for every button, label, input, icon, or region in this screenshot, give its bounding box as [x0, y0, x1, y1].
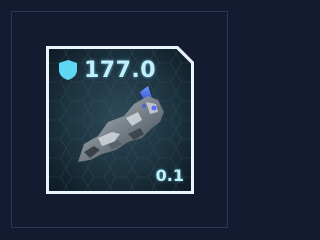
shield-icon	[58, 59, 78, 81]
item-quantity: 0.1	[155, 166, 184, 185]
stat-display: 177.0	[58, 57, 156, 83]
inventory-background: 177.0 0.1	[0, 0, 240, 240]
item-slot[interactable]: 177.0 0.1	[44, 44, 196, 196]
rock-ore-icon	[78, 86, 164, 162]
stat-value: 177.0	[84, 57, 157, 83]
